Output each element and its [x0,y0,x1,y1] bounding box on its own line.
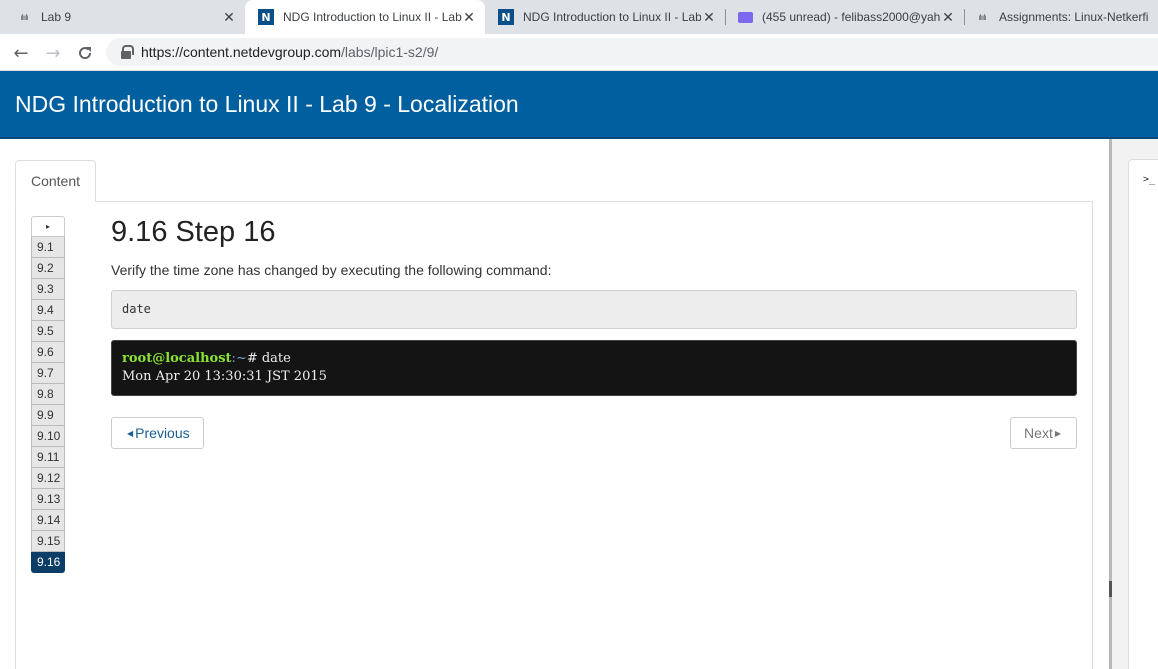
terminal-card[interactable]: >_ [1128,159,1158,669]
command-box[interactable]: date [111,290,1077,329]
close-icon[interactable]: ✕ [701,9,717,25]
prompt-path: :~ [231,351,247,366]
browser-tab[interactable]: ılıılı Lab 9 ✕ [0,0,245,34]
ndg-n-icon: N [258,9,274,25]
step-item[interactable]: 9.13 [31,489,65,510]
caret-right-icon: ▶ [1054,428,1061,438]
command-text: date [122,302,151,316]
url-host: https://content.netdevgroup.com [141,44,342,60]
step-item-active[interactable]: 9.16 [31,552,65,573]
step-instruction: Verify the time zone has changed by exec… [111,262,552,278]
close-icon[interactable]: ✕ [461,9,477,25]
cisco-icon: ılıılı [20,12,28,22]
step-item[interactable]: 9.9 [31,405,65,426]
step-item[interactable]: 9.14 [31,510,65,531]
terminal-command: date [261,351,291,366]
step-item[interactable]: 9.2 [31,258,65,279]
close-icon[interactable]: ✕ [940,9,956,25]
tab-content[interactable]: Content [15,160,96,202]
prompt-user-host: root@localhost [122,351,232,366]
ndg-n-icon: N [498,9,514,25]
step-buttons: ◀ Previous Next ▶ [111,417,1077,449]
tab-title: (455 unread) - felibass2000@yah [762,10,940,24]
step-heading: 9.16 Step 16 [111,216,276,248]
mail-icon [737,9,753,25]
step-navigator: ▸ 9.1 9.2 9.3 9.4 9.5 9.6 9.7 9.8 9.9 9.… [31,216,65,573]
tab-title: NDG Introduction to Linux II - Lab [283,10,462,24]
step-item[interactable]: 9.8 [31,384,65,405]
caret-left-icon: ◀ [127,428,134,438]
forward-arrow-icon[interactable]: → [40,40,66,66]
reload-icon[interactable] [72,40,98,66]
browser-toolbar: ← → https://content.netdevgroup.com/labs… [0,34,1158,71]
terminal-prompt-icon: >_ [1143,174,1156,185]
step-item[interactable]: 9.3 [31,279,65,300]
terminal-panel: >_ [1112,139,1158,669]
browser-tab-strip: ılıılı Lab 9 ✕ N NDG Introduction to Lin… [0,0,1158,34]
step-item[interactable]: 9.10 [31,426,65,447]
prompt-symbol: # [246,351,258,366]
terminal-output: root@localhost:~# date Mon Apr 20 13:30:… [111,340,1077,396]
back-arrow-icon[interactable]: ← [8,40,34,66]
url-path: /labs/lpic1-s2/9/ [341,44,439,60]
previous-label: Previous [135,425,190,441]
browser-tab[interactable]: (455 unread) - felibass2000@yah ✕ [726,0,964,34]
terminal-output-line: Mon Apr 20 13:30:31 JST 2015 [122,369,327,384]
terminal-line: root@localhost:~# date [122,350,1066,368]
step-item[interactable]: 9.11 [31,447,65,468]
step-nav-toggle[interactable]: ▸ [31,216,65,237]
page-title: NDG Introduction to Linux II - Lab 9 - L… [15,91,519,117]
step-item[interactable]: 9.7 [31,363,65,384]
tab-title: Lab 9 [41,10,72,24]
step-item[interactable]: 9.12 [31,468,65,489]
close-icon[interactable]: ✕ [221,9,237,25]
tab-title: Assignments: Linux-Netkerfi [999,10,1149,24]
step-content: 9.16 Step 16 Verify the time zone has ch… [111,216,1077,449]
browser-tab-active[interactable]: N NDG Introduction to Linux II - Lab ✕ [245,0,485,34]
tab-title: NDG Introduction to Linux II - Lab [523,10,701,24]
previous-button[interactable]: ◀ Previous [111,417,204,449]
step-item[interactable]: 9.1 [31,237,65,258]
next-button[interactable]: Next ▶ [1010,417,1077,449]
step-item[interactable]: 9.15 [31,531,65,552]
step-item[interactable]: 9.5 [31,321,65,342]
address-bar[interactable]: https://content.netdevgroup.com/labs/lpi… [106,38,1158,66]
lock-icon [120,45,134,59]
step-item[interactable]: 9.6 [31,342,65,363]
browser-tab[interactable]: ılıılı Assignments: Linux-Netkerfi [965,0,1158,34]
cisco-icon: ılıılı [978,12,986,22]
next-label: Next [1024,425,1053,441]
browser-tab[interactable]: N NDG Introduction to Linux II - Lab ✕ [485,0,725,34]
page-header: NDG Introduction to Linux II - Lab 9 - L… [0,71,1158,139]
step-item[interactable]: 9.4 [31,300,65,321]
caret-right-icon: ▸ [45,222,50,231]
